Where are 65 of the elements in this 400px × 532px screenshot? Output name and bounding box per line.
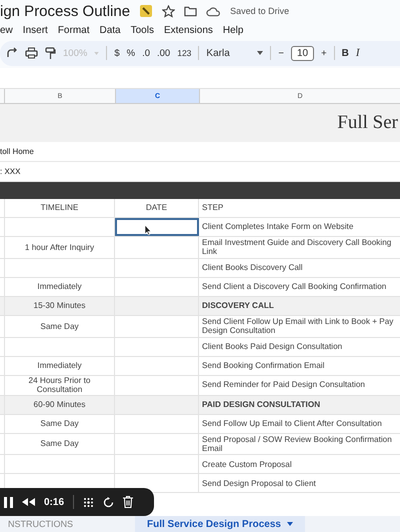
table-cell: Client Completes Intake Form on Website xyxy=(202,222,354,232)
menu-item[interactable]: Tools xyxy=(130,24,154,36)
table-cell: Same Day xyxy=(40,418,79,428)
table-cell: PAID DESIGN CONSULTATION xyxy=(202,400,320,410)
table-cell: Same Day xyxy=(40,322,79,331)
font-size-field[interactable]: 10 xyxy=(290,46,314,60)
column-heading: TIMELINE xyxy=(5,199,115,217)
italic-button[interactable]: I xyxy=(356,47,360,59)
percent-button[interactable]: % xyxy=(126,48,136,58)
print-icon[interactable] xyxy=(25,47,38,59)
decrease-decimal-button[interactable]: .0 xyxy=(142,48,150,58)
trash-icon[interactable] xyxy=(123,496,134,508)
table-cell: 60-90 Minutes xyxy=(34,400,86,410)
table-cell: Send Client a Discovery Call Booking Confirmation xyxy=(202,282,386,292)
table-cell: Send Reminder for Paid Design Consultation xyxy=(202,380,365,390)
rewind-icon[interactable] xyxy=(22,498,35,506)
table-cell-text: Send Proposal / SOW Review Booking Confirmation Email xyxy=(202,434,393,454)
table-cell: DISCOVERY CALL xyxy=(202,301,274,311)
table-cell: toll Home xyxy=(0,147,34,156)
bold-button[interactable]: B xyxy=(342,48,349,58)
table-cell: Send Booking Confirmation Email xyxy=(202,360,324,370)
table-cell: Send Design Proposal to Client xyxy=(202,478,316,488)
grid-icon[interactable] xyxy=(83,496,94,508)
save-status: Saved to Drive xyxy=(230,6,290,16)
menu-item[interactable]: Data xyxy=(99,24,121,36)
table-cell: 15-30 Minutes xyxy=(34,301,86,311)
menu-item[interactable]: Insert xyxy=(22,24,48,36)
cloud-icon xyxy=(206,6,222,16)
table-cell: Client Books Paid Design Consultation xyxy=(202,342,342,352)
column-heading: DATE xyxy=(115,199,199,217)
table-cell-text: 24 Hours Prior to Consultation xyxy=(28,376,92,395)
elapsed-time: 0:16 xyxy=(44,496,64,508)
table-cell: Client Books Discovery Call xyxy=(202,263,303,273)
pointer-icon xyxy=(145,225,152,235)
star-icon[interactable] xyxy=(162,4,176,18)
increase-decimal-button[interactable]: .00 xyxy=(157,48,170,58)
caret-icon[interactable] xyxy=(286,522,293,526)
table-cell: : XXX xyxy=(0,167,20,176)
table-cell: 1 hour After Inquiry xyxy=(24,242,94,252)
selected-cell[interactable] xyxy=(115,218,199,236)
menu-item[interactable]: Format xyxy=(58,24,90,36)
table-cell: Same Day xyxy=(40,439,79,449)
table-cell-text: Send Client Follow Up Email with Link to Book + Pay Design Consultation xyxy=(202,316,394,336)
font-select[interactable]: Karla xyxy=(206,48,250,58)
column-heading: STEP xyxy=(201,202,224,214)
table-cell: Immediately xyxy=(37,282,82,292)
table-cell: Create Custom Proposal xyxy=(202,460,292,470)
table-cell: Send Follow Up Email to Client After Consultation xyxy=(202,418,382,428)
pause-icon[interactable] xyxy=(4,496,13,508)
menu-item[interactable]: ew xyxy=(0,24,13,36)
decrease-size-button[interactable]: − xyxy=(278,48,284,58)
increase-size-button[interactable]: + xyxy=(321,48,327,58)
caret-icon[interactable] xyxy=(257,51,264,55)
paint-roller-icon[interactable] xyxy=(45,46,56,60)
table-cell-text: Email Investment Guide and Discovery Call Booking Link xyxy=(202,238,392,257)
sheet-tab[interactable]: Full Service Design Process xyxy=(135,516,305,532)
number-format-button[interactable]: 123 xyxy=(177,48,192,58)
currency-button[interactable]: $ xyxy=(114,48,120,58)
redo-icon[interactable] xyxy=(6,47,18,59)
restart-icon[interactable] xyxy=(103,496,114,508)
menu-item[interactable]: Help xyxy=(222,24,244,36)
menu-item[interactable]: Extensions xyxy=(164,24,213,36)
sheet-heading: Full Ser xyxy=(337,112,399,134)
document-title[interactable]: ign Process Outline xyxy=(0,2,130,20)
table-cell: Immediately xyxy=(37,360,82,370)
